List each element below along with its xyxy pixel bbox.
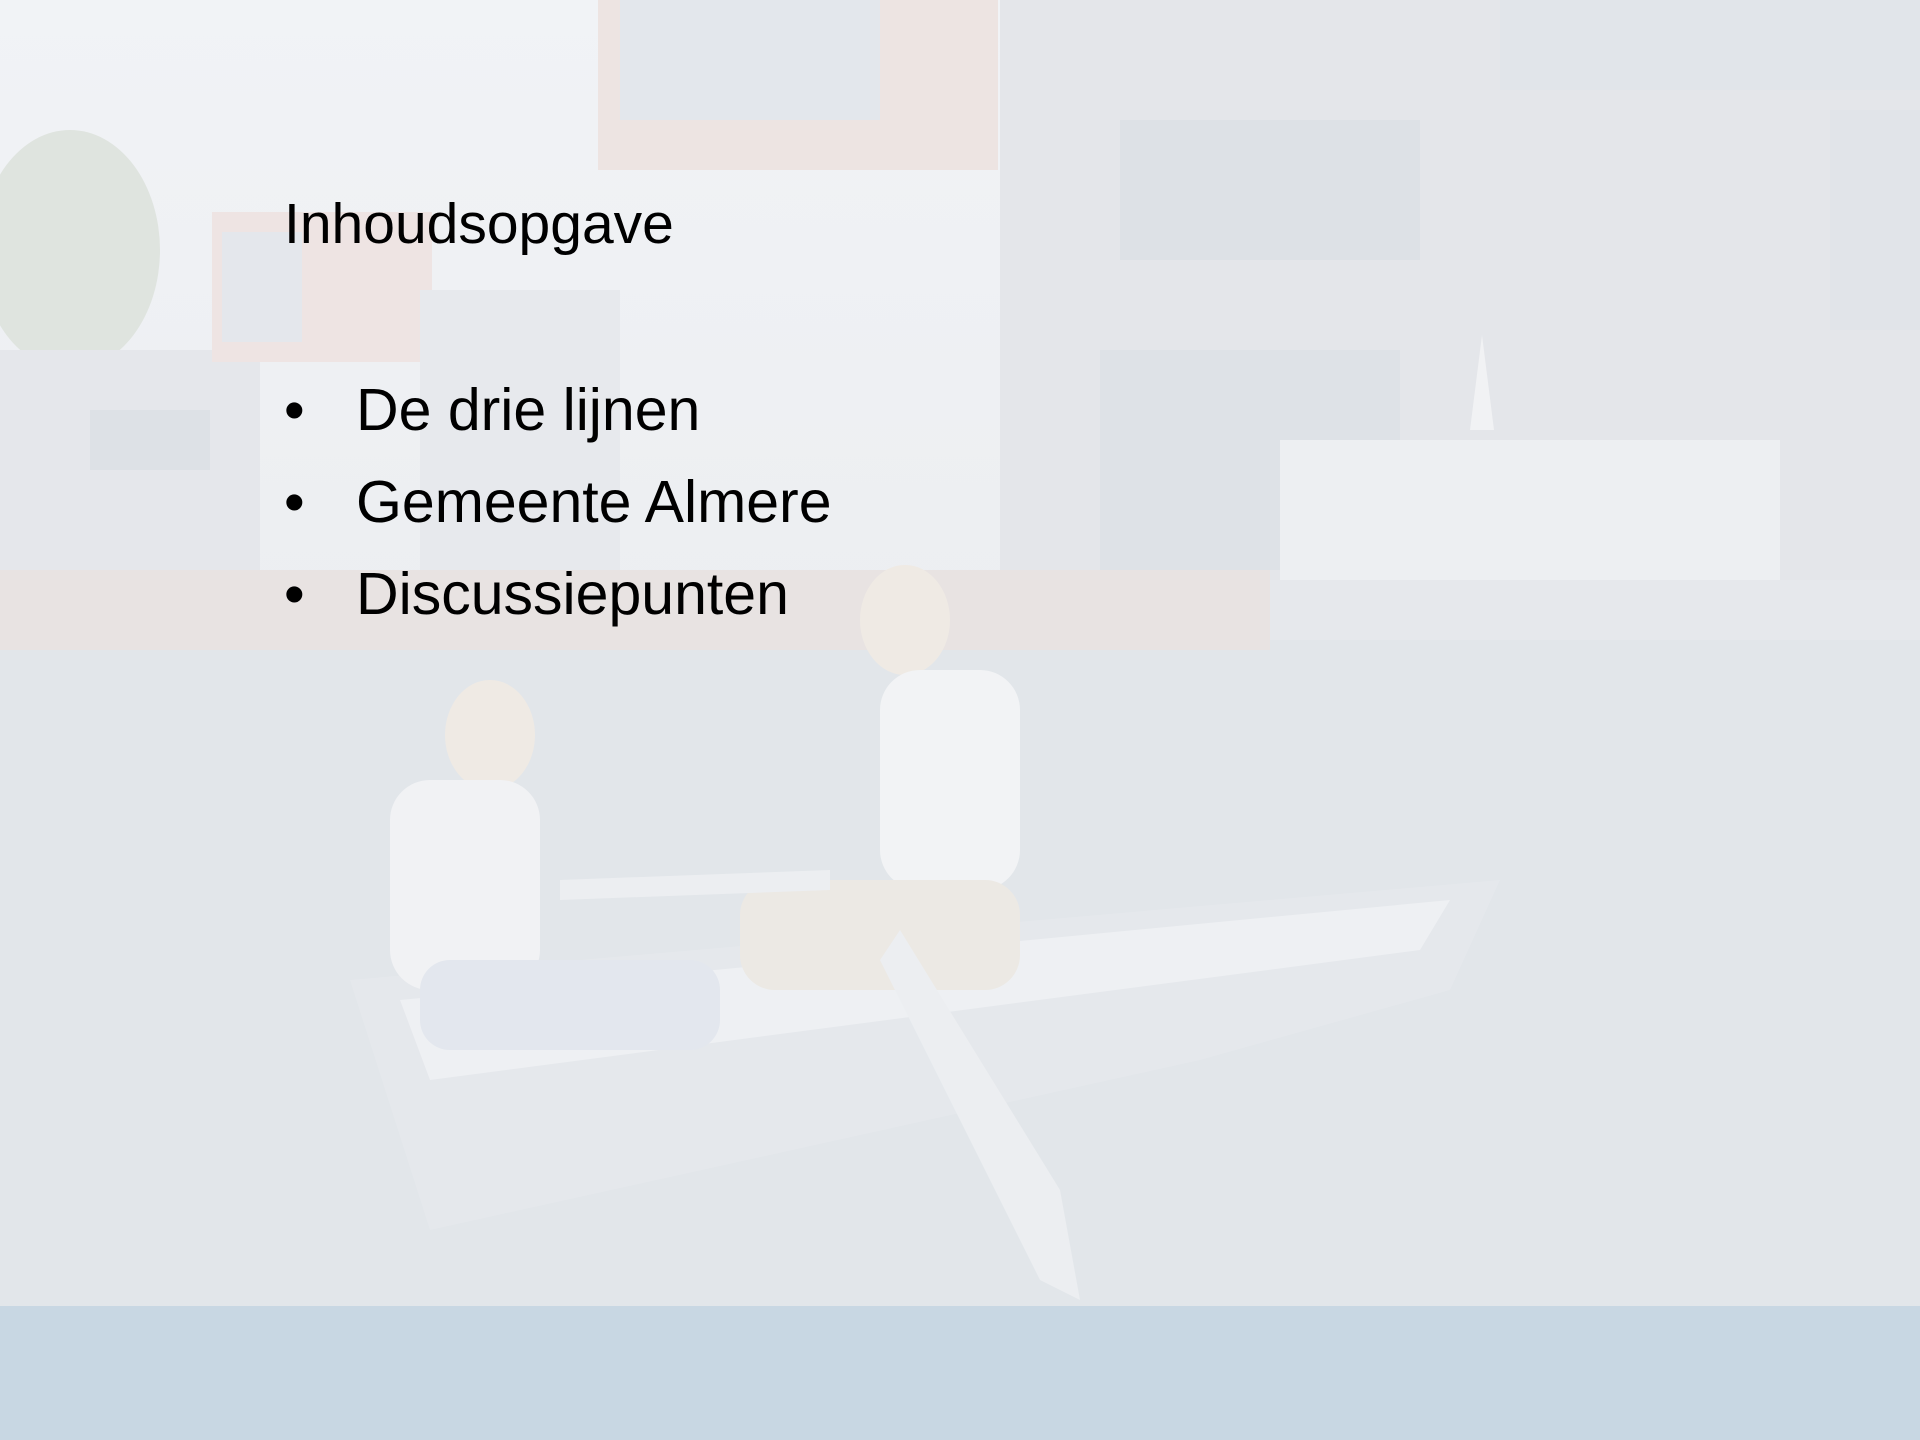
building-right-windows-1	[1120, 120, 1420, 260]
house-left-window	[90, 410, 210, 470]
child-right-body	[880, 670, 1020, 890]
child-left-body	[390, 780, 540, 990]
list-item-label: Gemeente Almere	[356, 469, 832, 535]
tree-left	[0, 130, 160, 370]
child-right-legs	[740, 880, 1020, 990]
bullet-icon: •	[284, 469, 305, 535]
child-right-head	[860, 565, 950, 675]
slide: Inhoudsopgave • De drie lijnen • Gemeent…	[0, 0, 1920, 1440]
building-right-top-windows	[1500, 0, 1920, 90]
building-right-side-windows	[1830, 110, 1920, 330]
building-top-windows	[620, 0, 880, 120]
bullet-icon: •	[284, 377, 305, 443]
child-left-legs	[420, 960, 720, 1050]
dock	[1270, 580, 1920, 640]
list-item-label: Discussiepunten	[356, 561, 789, 627]
slide-title: Inhoudsopgave	[284, 192, 674, 256]
child-left-head	[445, 680, 535, 790]
list-item-label: De drie lijnen	[356, 377, 701, 443]
bullet-icon: •	[284, 561, 305, 627]
bottom-color-band	[0, 1306, 1920, 1440]
building-right-balcony	[1280, 440, 1780, 580]
